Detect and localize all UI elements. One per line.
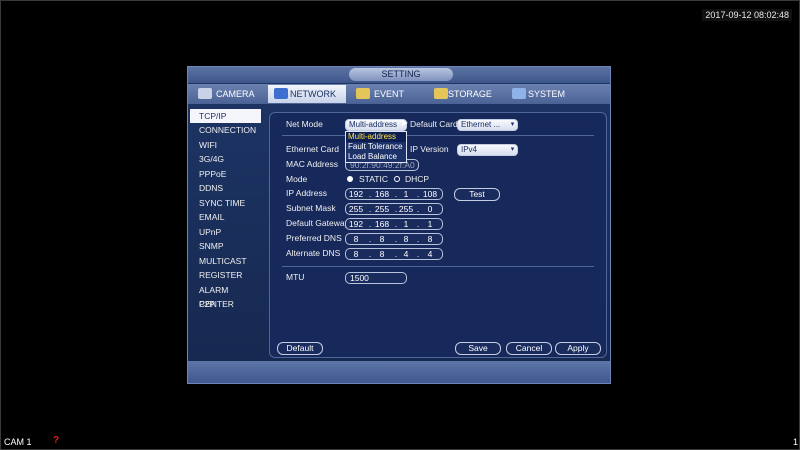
net-mode-option-multi-address[interactable]: Multi-address	[346, 132, 406, 142]
tcpip-panel: Net Mode Multi-address Default Card Ethe…	[269, 112, 607, 358]
default-card-select[interactable]: Ethernet ... ▾	[457, 119, 518, 131]
dialog-footer	[188, 361, 610, 383]
network-icon	[274, 88, 288, 99]
sidebar-item-ddns[interactable]: DDNS	[190, 181, 261, 195]
ip-address-label: IP Address	[286, 188, 327, 198]
net-mode-option-fault-tolerance[interactable]: Fault Tolerance	[346, 142, 406, 152]
test-button[interactable]: Test	[454, 188, 500, 201]
sidebar-item-alarm-center[interactable]: ALARM CENTER	[190, 283, 261, 309]
event-icon	[356, 88, 370, 99]
sidebar-item-3g4g[interactable]: 3G/4G	[190, 152, 261, 166]
camera-label: CAM 1	[4, 437, 32, 447]
tab-network[interactable]: NETWORK	[268, 85, 346, 103]
mode-label: Mode	[286, 174, 308, 184]
ip-version-select[interactable]: IPv4 ▾	[457, 144, 518, 156]
storage-icon	[434, 88, 448, 99]
net-mode-dropdown: Multi-address Fault Tolerance Load Balan…	[345, 131, 407, 163]
mtu-label: MTU	[286, 272, 305, 282]
sidebar-item-upnp[interactable]: UPnP	[190, 225, 261, 239]
net-mode-label: Net Mode	[286, 119, 323, 129]
sidebar-item-wifi[interactable]: WIFI	[190, 138, 261, 152]
tab-bar: CAMERA NETWORK EVENT STORAGE SYSTEM	[188, 84, 610, 104]
dialog-title: SETTING	[349, 68, 453, 81]
tab-storage[interactable]: STORAGE	[430, 85, 508, 103]
sidebar: TCP/IP CONNECTION WIFI 3G/4G PPPoE DDNS …	[190, 107, 262, 385]
setting-dialog: SETTING CAMERA NETWORK EVENT STORAGE SYS…	[187, 66, 611, 384]
divider	[282, 266, 594, 267]
alternate-dns-field[interactable]: 8 . 8 . 4 . 4	[345, 248, 443, 260]
mode-dhcp-radio[interactable]	[394, 176, 400, 182]
tab-system[interactable]: SYSTEM	[510, 85, 590, 103]
mode-dhcp-label: DHCP	[405, 174, 430, 184]
tab-camera[interactable]: CAMERA	[192, 85, 266, 103]
mode-static-radio[interactable]	[347, 176, 353, 182]
alert-icon: ?	[53, 435, 60, 446]
ip-address-field[interactable]: 192 . 168 . 1 . 108	[345, 188, 443, 200]
clock-display: 2017-09-12 08:02:48	[702, 9, 792, 21]
sidebar-item-connection[interactable]: CONNECTION	[190, 123, 261, 137]
chevron-down-icon: ▾	[510, 121, 515, 128]
sidebar-item-multicast[interactable]: MULTICAST	[190, 254, 261, 268]
sidebar-item-sync-time[interactable]: SYNC TIME	[190, 196, 261, 210]
preferred-dns-label: Preferred DNS	[286, 233, 342, 243]
mtu-field[interactable]: 1500	[345, 272, 407, 284]
subnet-mask-field[interactable]: 255 . 255 . 255 . 0	[345, 203, 443, 215]
mode-static-label: STATIC	[359, 174, 388, 184]
subnet-mask-label: Subnet Mask	[286, 203, 336, 213]
apply-button[interactable]: Apply	[555, 342, 601, 355]
cancel-button[interactable]: Cancel	[506, 342, 552, 355]
default-button[interactable]: Default	[277, 342, 323, 355]
alternate-dns-label: Alternate DNS	[286, 248, 341, 258]
sidebar-item-tcpip[interactable]: TCP/IP	[190, 109, 261, 123]
sidebar-item-pppoe[interactable]: PPPoE	[190, 167, 261, 181]
chevron-down-icon: ▾	[510, 146, 515, 153]
net-mode-select[interactable]: Multi-address	[345, 119, 407, 131]
default-card-label: Default Card	[410, 119, 458, 129]
camera-icon	[198, 88, 212, 99]
title-bar: SETTING	[188, 67, 610, 83]
mouse-cursor-icon: ➤	[400, 118, 409, 129]
save-button[interactable]: Save	[455, 342, 501, 355]
default-gateway-field[interactable]: 192 . 168 . 1 . 1	[345, 218, 443, 230]
sidebar-item-email[interactable]: EMAIL	[190, 210, 261, 224]
camera-number: 1	[792, 437, 798, 447]
sidebar-item-register[interactable]: REGISTER	[190, 268, 261, 282]
tab-event[interactable]: EVENT	[350, 85, 426, 103]
mac-address-label: MAC Address	[286, 159, 338, 169]
ethernet-card-label: Ethernet Card	[286, 144, 339, 154]
preferred-dns-field[interactable]: 8 . 8 . 8 . 8	[345, 233, 443, 245]
system-icon	[512, 88, 526, 99]
sidebar-item-snmp[interactable]: SNMP	[190, 239, 261, 253]
ip-version-label: IP Version	[410, 144, 449, 154]
net-mode-option-load-balance[interactable]: Load Balance	[346, 152, 406, 162]
divider	[282, 135, 594, 136]
default-gateway-label: Default Gateway	[286, 218, 349, 228]
sidebar-item-p2p[interactable]: P2P	[190, 297, 261, 311]
